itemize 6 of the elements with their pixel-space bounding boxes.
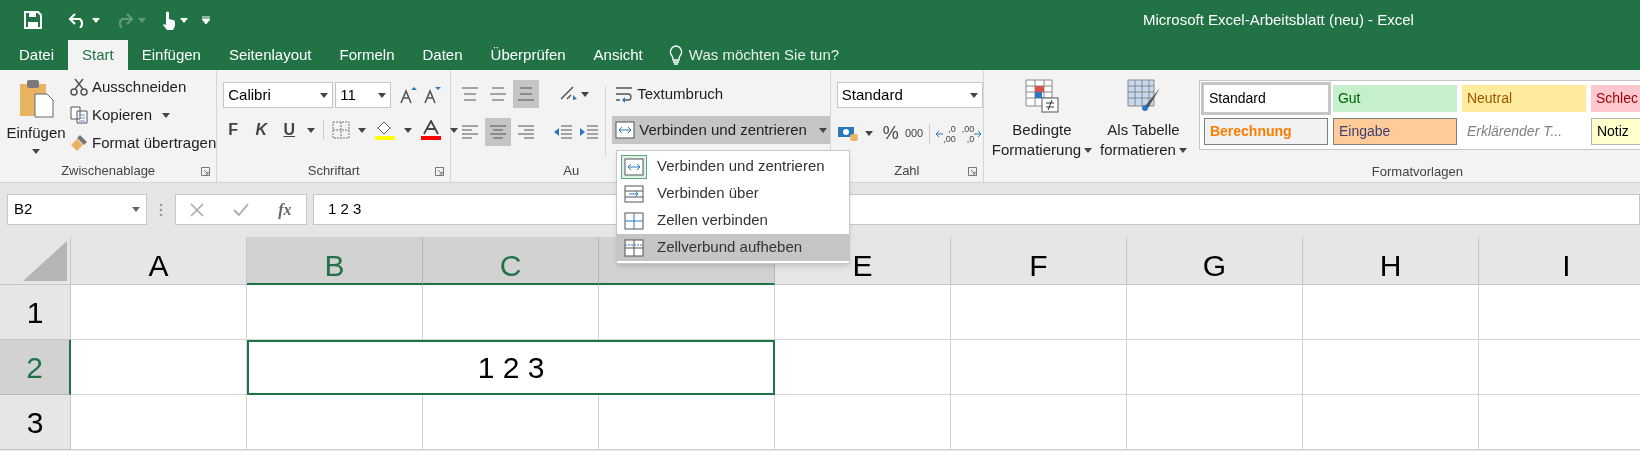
group-label: Zahl	[894, 162, 920, 181]
group-label: Formatvorlagen	[1371, 162, 1463, 181]
group-label: Au	[563, 162, 580, 181]
group-label: Schriftart	[307, 162, 360, 181]
group-label: Zwischenablage	[61, 162, 156, 181]
window-title: Microsoft Excel-Arbeitsblatt (neu) - Excel	[1143, 9, 1414, 30]
